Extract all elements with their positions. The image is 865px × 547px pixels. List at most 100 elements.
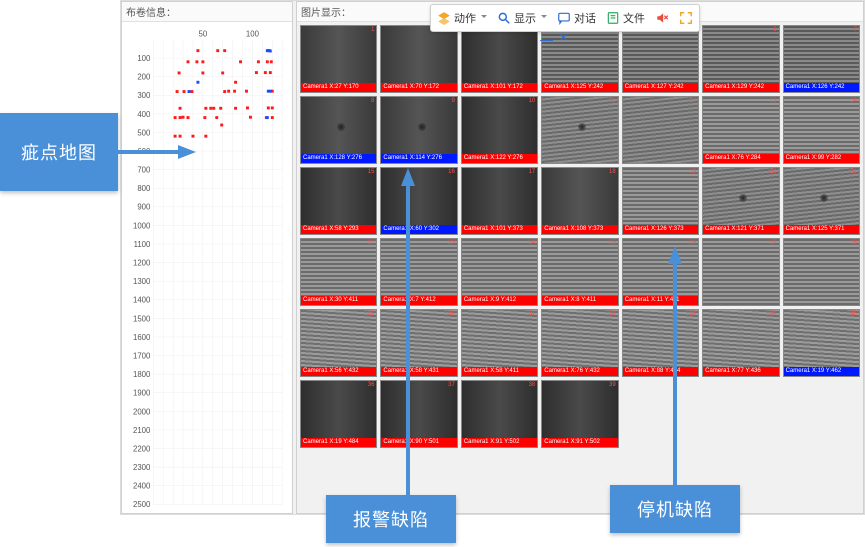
map-point[interactable] (203, 116, 206, 119)
thumbnail[interactable]: 6Camera1 X:129 Y:242 (702, 25, 779, 93)
map-point[interactable] (215, 116, 218, 119)
thumbnail[interactable]: 27 (702, 238, 779, 306)
map-point[interactable] (267, 106, 270, 109)
defect-map[interactable]: 1002003004005006007008009001000110012001… (122, 22, 292, 513)
map-point[interactable] (201, 71, 204, 74)
toolbar-mute[interactable] (655, 11, 669, 25)
toolbar-display[interactable]: 显示 (497, 10, 547, 26)
map-point[interactable] (239, 60, 242, 63)
map-point[interactable] (179, 135, 182, 138)
map-point[interactable] (201, 60, 204, 63)
map-point[interactable] (174, 116, 177, 119)
thumbnail[interactable]: 14Camera1 X:99 Y:282 (783, 96, 860, 164)
thumbnail[interactable]: 20Camera1 X:121 Y:371 (702, 167, 779, 235)
map-point[interactable] (249, 116, 252, 119)
map-point[interactable] (269, 50, 272, 53)
toolbar-dialog[interactable]: 对话 (557, 10, 596, 26)
map-point[interactable] (196, 49, 199, 52)
thumbnail[interactable]: 11 (541, 96, 618, 164)
map-point[interactable] (269, 90, 272, 93)
thumbnail[interactable]: 26Camera1 X:11 Y:411 (622, 238, 699, 306)
map-point[interactable] (245, 90, 248, 93)
thumbnail[interactable]: 3Camera1 X:101 Y:172 (461, 25, 538, 93)
thumbnail[interactable]: 33Camera1 X:88 Y:434 (622, 309, 699, 377)
map-point[interactable] (179, 107, 182, 110)
map-point[interactable] (178, 71, 181, 74)
toolbar-action[interactable]: 动作 (437, 10, 487, 26)
thumbnail[interactable]: 37Camera1 X:90 Y:501 (380, 380, 457, 448)
thumbnails-scroll[interactable]: 1Camera1 X:27 Y:1702Camera1 X:70 Y:1723C… (297, 22, 863, 513)
thumbnail[interactable]: 21Camera1 X:125 Y:371 (783, 167, 860, 235)
map-point[interactable] (204, 107, 207, 110)
map-point[interactable] (233, 90, 236, 93)
map-point[interactable] (270, 60, 273, 63)
thumbnail[interactable]: 28 (783, 238, 860, 306)
map-point[interactable] (227, 90, 230, 93)
map-point[interactable] (271, 116, 274, 119)
thumbnail[interactable]: 5Camera1 X:127 Y:242 (622, 25, 699, 93)
map-point[interactable] (187, 60, 190, 63)
thumbnail[interactable]: 10Camera1 X:122 Y:276 (461, 96, 538, 164)
thumbnail[interactable]: 19Camera1 X:126 Y:373 (622, 167, 699, 235)
map-point[interactable] (221, 71, 224, 74)
thumbnail[interactable]: 1Camera1 X:27 Y:170 (300, 25, 377, 93)
map-point[interactable] (188, 90, 191, 93)
toolbar-expand[interactable] (679, 11, 693, 25)
map-point[interactable] (257, 60, 260, 63)
map-point[interactable] (266, 116, 269, 119)
map-point[interactable] (176, 90, 179, 93)
thumbnail[interactable]: 2Camera1 X:70 Y:172 (380, 25, 457, 93)
map-point[interactable] (271, 106, 274, 109)
map-point[interactable] (191, 135, 194, 138)
minimize-button[interactable]: — (540, 32, 553, 47)
thumbnail[interactable]: 7Camera1 X:126 Y:242 (783, 25, 860, 93)
map-point[interactable] (204, 135, 207, 138)
thumbnail[interactable]: 16Camera1 X:60 Y:302 (380, 167, 457, 235)
thumbnail[interactable]: 31Camera1 X:58 Y:411 (461, 309, 538, 377)
map-point[interactable] (220, 124, 223, 127)
thumbnail[interactable]: 32Camera1 X:76 Y:432 (541, 309, 618, 377)
thumbnail[interactable]: 25Camera1 X:8 Y:411 (541, 238, 618, 306)
thumbnail[interactable]: 23Camera1 X:7 Y:412 (380, 238, 457, 306)
map-point[interactable] (219, 107, 222, 110)
map-point[interactable] (195, 60, 198, 63)
thumbnail[interactable]: 34Camera1 X:77 Y:436 (702, 309, 779, 377)
thumbnail[interactable]: 8Camera1 X:128 Y:276 (300, 96, 377, 164)
close-button[interactable]: × (559, 32, 568, 47)
thumbnail[interactable]: 38Camera1 X:91 Y:502 (461, 380, 538, 448)
thumbnail[interactable]: 18Camera1 X:108 Y:373 (541, 167, 618, 235)
thumbnail[interactable]: 29Camera1 X:56 Y:432 (300, 309, 377, 377)
map-point[interactable] (183, 90, 186, 93)
toolbar-file[interactable]: 文件 (606, 10, 645, 26)
map-point[interactable] (196, 81, 199, 84)
map-point[interactable] (187, 116, 190, 119)
map-point[interactable] (216, 49, 219, 52)
thumbnail[interactable]: 9Camera1 X:114 Y:276 (380, 96, 457, 164)
map-point[interactable] (179, 116, 182, 119)
map-point[interactable] (209, 107, 212, 110)
map-point[interactable] (174, 135, 177, 138)
map-point[interactable] (255, 71, 258, 74)
thumbnail[interactable]: 22Camera1 X:30 Y:411 (300, 238, 377, 306)
thumbnail[interactable]: 30Camera1 X:58 Y:431 (380, 309, 457, 377)
thumbnail[interactable]: 15Camera1 X:58 Y:293 (300, 167, 377, 235)
thumbnail[interactable]: 39Camera1 X:91 Y:502 (541, 380, 618, 448)
map-point[interactable] (223, 90, 226, 93)
map-point[interactable] (190, 90, 193, 93)
map-point[interactable] (212, 107, 215, 110)
thumbnail[interactable]: 13Camera1 X:76 Y:284 (702, 96, 779, 164)
map-point[interactable] (234, 81, 237, 84)
map-point[interactable] (223, 49, 226, 52)
map-point[interactable] (266, 60, 269, 63)
thumbnail[interactable]: 24Camera1 X:9 Y:412 (461, 238, 538, 306)
thumbnail[interactable]: 35Camera1 X:19 Y:462 (783, 309, 860, 377)
map-point[interactable] (246, 106, 249, 109)
thumbnail[interactable]: 36Camera1 X:19 Y:484 (300, 380, 377, 448)
map-point[interactable] (182, 116, 185, 119)
map-point[interactable] (234, 107, 237, 110)
thumbnail[interactable]: 12 (622, 96, 699, 164)
map-point[interactable] (269, 71, 272, 74)
thumbnail-label: Camera1 X:101 Y:373 (462, 225, 537, 234)
thumbnail[interactable]: 17Camera1 X:101 Y:373 (461, 167, 538, 235)
map-point[interactable] (264, 71, 267, 74)
